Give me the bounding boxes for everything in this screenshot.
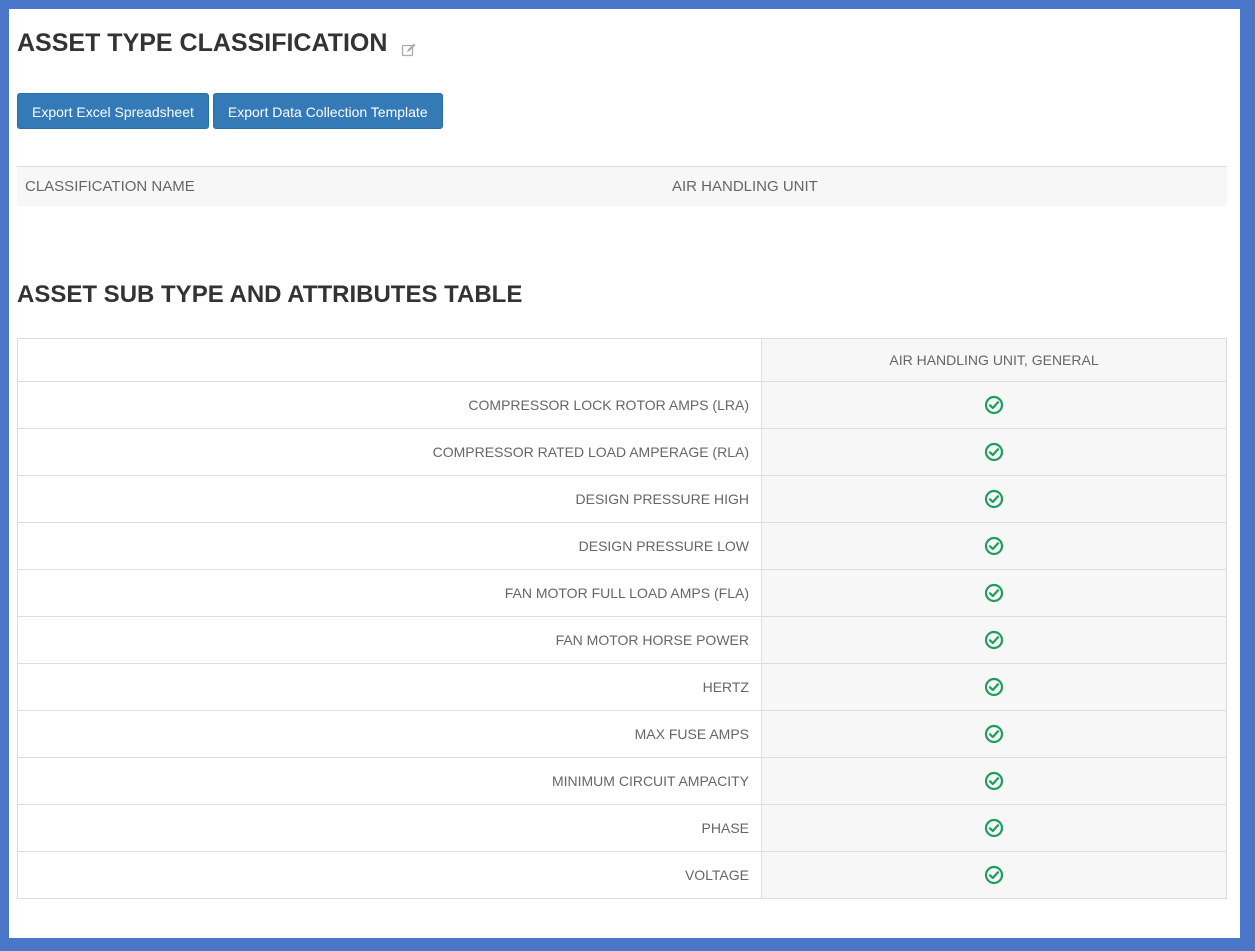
attributes-table: AIR HANDLING UNIT, GENERAL COMPRESSOR LO… [17, 338, 1227, 899]
check-circle-icon [984, 442, 1004, 462]
attribute-value-cell [761, 428, 1227, 476]
table-row: PHASE [17, 804, 1227, 852]
table-row: DESIGN PRESSURE HIGH [17, 475, 1227, 523]
attribute-value-cell [761, 522, 1227, 570]
export-excel-button[interactable]: Export Excel Spreadsheet [17, 93, 209, 129]
attribute-name: FAN MOTOR FULL LOAD AMPS (FLA) [17, 569, 762, 617]
attribute-value-cell [761, 851, 1227, 899]
attribute-name: PHASE [17, 804, 762, 852]
check-circle-icon [984, 724, 1004, 744]
attribute-name: COMPRESSOR RATED LOAD AMPERAGE (RLA) [17, 428, 762, 476]
table-row: COMPRESSOR RATED LOAD AMPERAGE (RLA) [17, 428, 1227, 476]
table-header-row: AIR HANDLING UNIT, GENERAL [17, 338, 1227, 382]
attribute-name: DESIGN PRESSURE LOW [17, 522, 762, 570]
attribute-value-cell [761, 475, 1227, 523]
attribute-name: DESIGN PRESSURE HIGH [17, 475, 762, 523]
attribute-value-cell [761, 757, 1227, 805]
attribute-value-cell [761, 616, 1227, 664]
header-empty-cell [17, 338, 762, 382]
check-circle-icon [984, 395, 1004, 415]
attribute-value-cell [761, 569, 1227, 617]
edit-icon[interactable] [401, 36, 417, 56]
check-circle-icon [984, 536, 1004, 556]
attribute-value-cell [761, 804, 1227, 852]
table-row: DESIGN PRESSURE LOW [17, 522, 1227, 570]
attribute-name: MAX FUSE AMPS [17, 710, 762, 758]
check-circle-icon [984, 865, 1004, 885]
table-row: MAX FUSE AMPS [17, 710, 1227, 758]
attribute-name: VOLTAGE [17, 851, 762, 899]
page-title-row: ASSET TYPE CLASSIFICATION [17, 29, 417, 58]
table-row: FAN MOTOR FULL LOAD AMPS (FLA) [17, 569, 1227, 617]
column-header: AIR HANDLING UNIT, GENERAL [761, 338, 1227, 382]
classification-value: AIR HANDLING UNIT [672, 178, 818, 195]
attribute-value-cell [761, 663, 1227, 711]
classification-label: CLASSIFICATION NAME [25, 178, 195, 195]
attribute-name: COMPRESSOR LOCK ROTOR AMPS (LRA) [17, 381, 762, 429]
check-circle-icon [984, 771, 1004, 791]
attribute-name: FAN MOTOR HORSE POWER [17, 616, 762, 664]
main-panel: ASSET TYPE CLASSIFICATION Export Excel S… [7, 7, 1242, 940]
table-row: MINIMUM CIRCUIT AMPACITY [17, 757, 1227, 805]
table-row: FAN MOTOR HORSE POWER [17, 616, 1227, 664]
check-circle-icon [984, 583, 1004, 603]
page-title: ASSET TYPE CLASSIFICATION [17, 29, 388, 57]
attribute-value-cell [761, 710, 1227, 758]
table-row: VOLTAGE [17, 851, 1227, 899]
export-template-button[interactable]: Export Data Collection Template [212, 93, 443, 129]
table-row: COMPRESSOR LOCK ROTOR AMPS (LRA) [17, 381, 1227, 429]
export-toolbar: Export Excel Spreadsheet Export Data Col… [17, 93, 443, 129]
attribute-value-cell [761, 381, 1227, 429]
attribute-name: HERTZ [17, 663, 762, 711]
section-title: ASSET SUB TYPE AND ATTRIBUTES TABLE [17, 281, 523, 308]
attribute-name: MINIMUM CIRCUIT AMPACITY [17, 757, 762, 805]
check-circle-icon [984, 677, 1004, 697]
table-row: HERTZ [17, 663, 1227, 711]
classification-table: CLASSIFICATION NAME AIR HANDLING UNIT [17, 166, 1227, 206]
check-circle-icon [984, 489, 1004, 509]
check-circle-icon [984, 818, 1004, 838]
check-circle-icon [984, 630, 1004, 650]
